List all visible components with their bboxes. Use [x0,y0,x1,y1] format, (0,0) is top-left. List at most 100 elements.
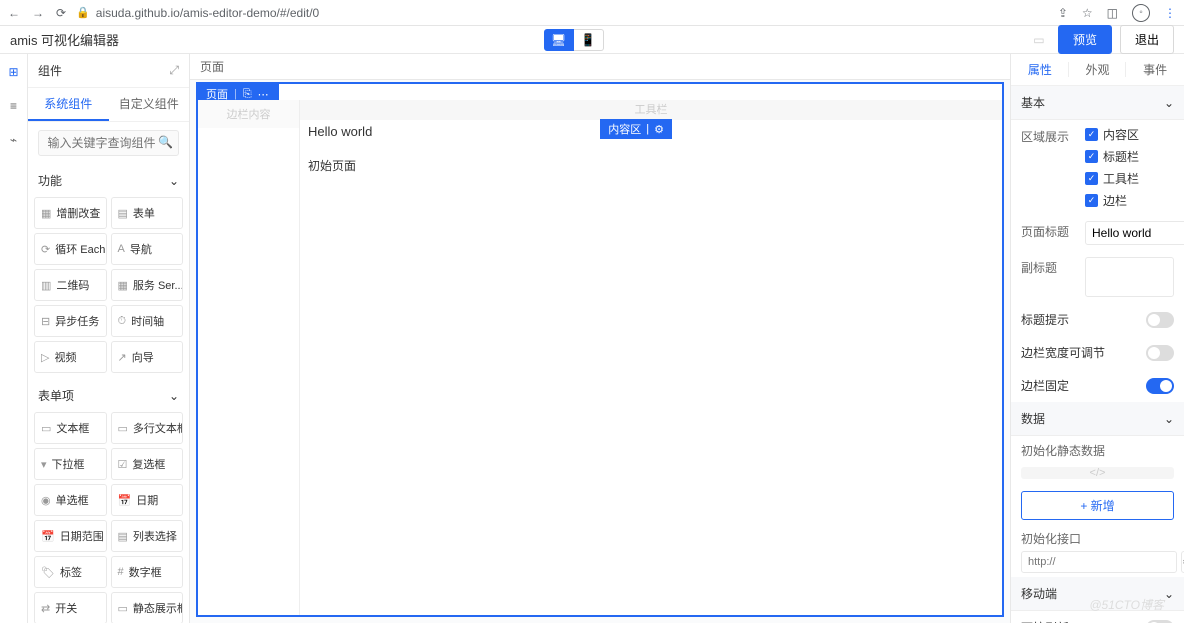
canvas[interactable]: 页面|⎘⋯ 边栏内容 工具栏 Hello world 内容区|⚙ 初始页面 [196,82,1004,617]
app-title: amis 可视化编辑器 [10,30,119,49]
panel-icon[interactable]: ◫ [1107,6,1118,20]
aside-resize-toggle[interactable] [1146,345,1174,361]
subtitle-input[interactable] [1085,257,1174,297]
component-icon: ▾ [41,458,47,471]
component-item[interactable]: ◉单选框 [34,484,107,516]
left-rail: ⊞ ≡ ⌁ [0,54,28,623]
rail-code-icon[interactable]: ⌁ [6,132,22,148]
component-icon: 📅 [41,530,55,543]
component-item[interactable]: ▾下拉框 [34,448,107,480]
component-item[interactable]: 🏷标签 [34,556,107,588]
canvas-aside[interactable]: 边栏内容 [198,100,300,615]
region-label: 区域展示 [1021,126,1077,145]
component-item[interactable]: 📅日期范围 [34,520,107,552]
title-hint-toggle[interactable] [1146,312,1174,328]
group-form-items[interactable]: 表单项⌄ [28,379,189,412]
component-item[interactable]: ▥二维码 [34,269,107,301]
aside-fixed-label: 边栏固定 [1021,377,1069,394]
component-item[interactable]: ⇄开关 [34,592,107,623]
component-icon: ▤ [118,207,128,220]
star-icon[interactable]: ☆ [1082,6,1093,20]
component-item[interactable]: ▤列表选择 [111,520,184,552]
back-icon[interactable]: ← [8,6,20,20]
component-item[interactable]: ▭多行文本框 [111,412,184,444]
init-api-label: 初始化接口 [1011,524,1184,547]
component-icon: ⏱ [118,315,127,328]
component-sidebar: 组件 ⤢ 系统组件 自定义组件 🔍 功能⌄ ▦增删改查▤表单⟳循环 EachA导… [28,54,190,623]
component-item[interactable]: ▭静态展示框 [111,592,184,623]
component-item[interactable]: ☑复选框 [111,448,184,480]
chevron-down-icon: ⌄ [169,389,179,403]
menu-icon[interactable]: ⋮ [1164,6,1176,20]
canvas-toolbar[interactable]: 工具栏 [300,100,1002,120]
region-checkbox[interactable]: ✓内容区 [1085,126,1139,143]
add-button[interactable]: + 新增 [1021,491,1174,520]
reload-icon[interactable]: ⟳ [56,6,66,20]
undo-icon[interactable]: ▭ [1028,29,1050,51]
content-region-badge[interactable]: 内容区|⚙ [600,119,672,139]
component-item[interactable]: ▤表单 [111,197,184,229]
component-item[interactable]: ↗向导 [111,341,184,373]
tab-system-components[interactable]: 系统组件 [28,88,109,121]
page-title-label: 页面标题 [1021,221,1077,240]
section-basic[interactable]: 基本⌄ [1011,86,1184,120]
rail-outline-icon[interactable]: ≡ [6,98,22,114]
component-item[interactable]: A导航 [111,233,184,265]
component-icon: ▭ [118,422,128,435]
tab-properties[interactable]: 属性 [1011,54,1069,85]
component-item[interactable]: 📅日期 [111,484,184,516]
device-desktop-button[interactable]: 🖥 [544,29,574,51]
tab-appearance[interactable]: 外观 [1069,54,1127,85]
api-input[interactable] [1021,551,1177,573]
component-icon: ⊟ [41,315,50,328]
component-item[interactable]: ▦增删改查 [34,197,107,229]
component-icon: ↗ [118,351,127,364]
chevron-down-icon: ⌄ [1164,96,1174,110]
collapse-icon[interactable]: ⤢ [169,63,179,78]
component-icon: ▭ [41,422,51,435]
lock-icon: 🔒 [76,6,90,19]
aside-resize-label: 边栏宽度可调节 [1021,344,1105,361]
data-placeholder: </> [1021,467,1174,479]
region-checkbox[interactable]: ✓工具栏 [1085,170,1139,187]
copy-icon[interactable]: ⎘ [243,88,252,101]
more-icon[interactable]: ⋯ [258,88,269,101]
section-data[interactable]: 数据⌄ [1011,402,1184,436]
component-icon: ▤ [118,530,128,543]
page-title-input[interactable] [1085,221,1184,245]
canvas-body[interactable]: Hello world 内容区|⚙ 初始页面 [300,120,1002,615]
component-icon: ▷ [41,351,49,364]
aside-fixed-toggle[interactable] [1146,378,1174,394]
component-item[interactable]: ⏱时间轴 [111,305,184,337]
region-checkbox[interactable]: ✓标题栏 [1085,148,1139,165]
component-item[interactable]: ⊟异步任务 [34,305,107,337]
device-mobile-button[interactable]: 📱 [574,29,604,51]
subtitle-label: 副标题 [1021,257,1077,276]
tab-events[interactable]: 事件 [1126,54,1184,85]
preview-button[interactable]: 预览 [1058,25,1112,54]
profile-icon[interactable]: ◦ [1132,4,1150,22]
pull-refresh-toggle[interactable] [1146,620,1174,623]
group-functional[interactable]: 功能⌄ [28,164,189,197]
component-item[interactable]: ⟳循环 Each [34,233,107,265]
watermark: @51CTO博客 [1089,596,1164,613]
rail-components-icon[interactable]: ⊞ [6,64,22,80]
init-static-label: 初始化静态数据 [1011,436,1184,459]
component-item[interactable]: ▦服务 Ser... [111,269,184,301]
tab-custom-components[interactable]: 自定义组件 [109,88,190,121]
component-item[interactable]: #数字框 [111,556,184,588]
component-icon: ⟳ [41,243,50,256]
component-item[interactable]: ▭文本框 [34,412,107,444]
share-icon[interactable]: ⇪ [1058,6,1068,20]
component-icon: 🏷 [41,566,55,579]
settings-icon[interactable]: ⚙ [654,123,664,136]
component-icon: ⇄ [41,602,50,615]
url-bar[interactable]: 🔒 aisuda.github.io/amis-editor-demo/#/ed… [76,6,1048,20]
body-text: 初始页面 [300,143,1002,188]
component-icon: A [118,243,125,255]
component-icon: # [118,566,124,578]
region-checkbox[interactable]: ✓边栏 [1085,192,1139,209]
forward-icon[interactable]: → [32,6,44,20]
exit-button[interactable]: 退出 [1120,25,1174,54]
component-item[interactable]: ▷视频 [34,341,107,373]
